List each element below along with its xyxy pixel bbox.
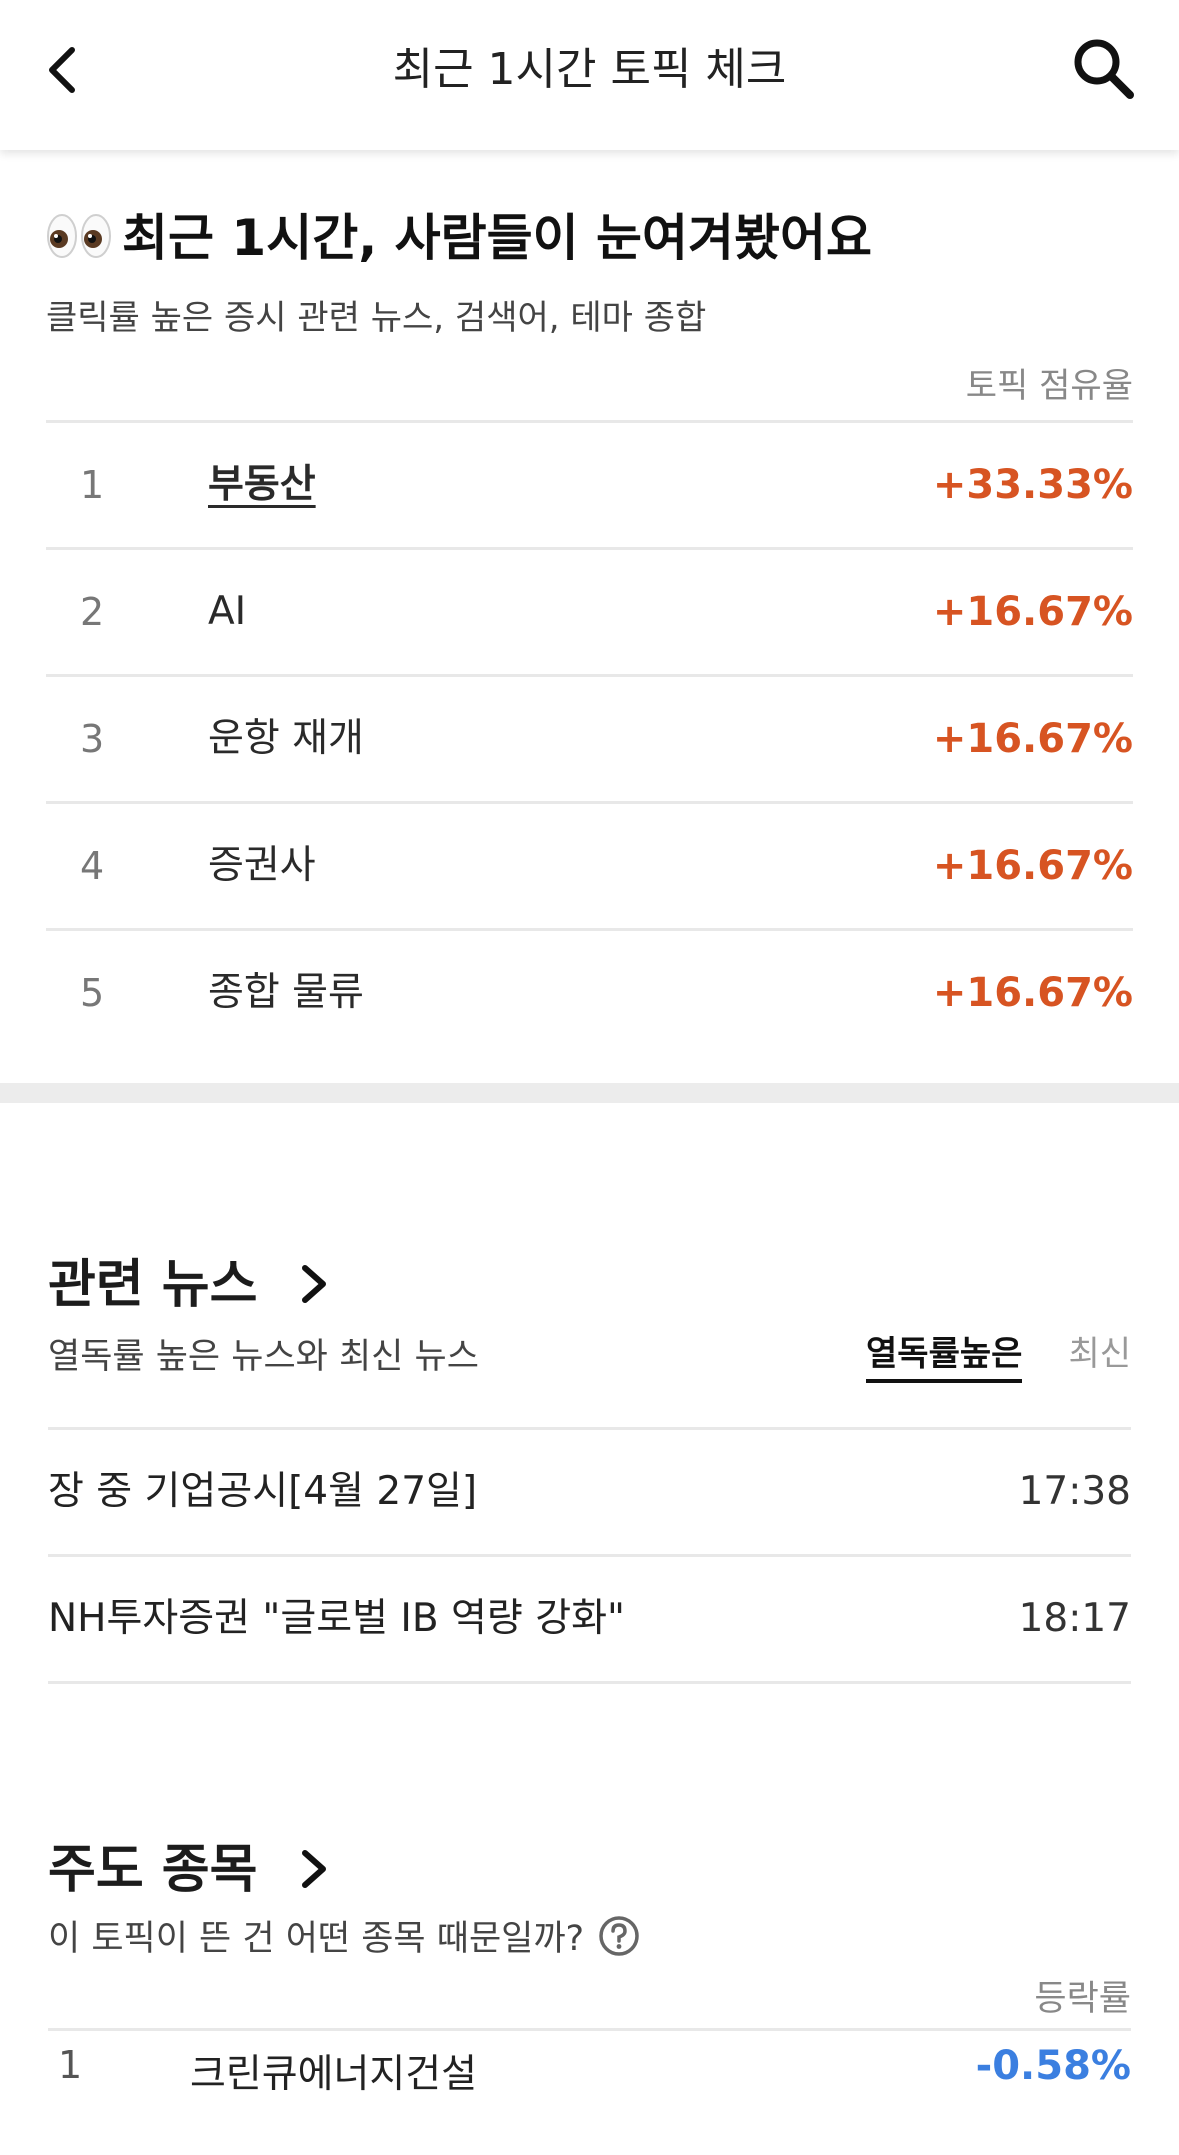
topic-share: +16.67% <box>932 970 1133 1016</box>
topic-rank: 2 <box>80 590 105 634</box>
topic-name: AI <box>208 589 247 634</box>
topic-rank-list: 1 부동산 +33.33% 2 AI +16.67% 3 운항 재개 +16.6… <box>46 420 1133 1055</box>
news-item[interactable]: NH투자증권 "글로벌 IB 역량 강화" 18:17 <box>48 1557 1131 1684</box>
hero-title: 최근 1시간, 사람들이 눈여겨봤어요 <box>122 209 873 267</box>
news-headline: 장 중 기업공시[4월 27일] <box>48 1469 478 1514</box>
stocks-subtitle-row: 이 토픽이 뜬 건 어떤 종목 때문일까? <box>48 1910 640 1961</box>
section-divider <box>0 1083 1179 1103</box>
news-headline: NH투자증권 "글로벌 IB 역량 강화" <box>48 1596 625 1641</box>
topic-row[interactable]: 2 AI +16.67% <box>46 550 1133 677</box>
topic-ranking-section: 최근 1시간, 사람들이 눈여겨봤어요 클릭률 높은 증시 관련 뉴스, 검색어… <box>0 150 1179 1080</box>
news-section-title[interactable]: 관련 뉴스 <box>48 1250 331 1320</box>
stocks-list: 1 크린큐에너지건설 -0.58% <box>48 2028 1131 2155</box>
stocks-subtitle: 이 토픽이 뜬 건 어떤 종목 때문일까? <box>48 1919 585 1959</box>
news-time: 18:17 <box>1018 1596 1131 1641</box>
topic-rank: 1 <box>80 463 105 507</box>
search-icon[interactable] <box>1070 35 1136 101</box>
topic-name: 증권사 <box>208 843 316 888</box>
stocks-title-text: 주도 종목 <box>48 1840 258 1900</box>
eyes-emoji-icon <box>47 213 111 258</box>
topic-share: +16.67% <box>932 589 1133 635</box>
topic-name: 운항 재개 <box>208 716 364 761</box>
topic-rank: 5 <box>80 971 105 1015</box>
topic-share: +33.33% <box>932 462 1133 508</box>
share-column-label: 토픽 점유율 <box>965 366 1133 406</box>
tab-most-read[interactable]: 열독률높은 <box>866 1326 1023 1383</box>
page-title: 최근 1시간 토픽 체크 <box>392 44 787 95</box>
topic-share: +16.67% <box>932 716 1133 762</box>
change-column-label: 등락률 <box>1034 1979 1131 2019</box>
topic-row[interactable]: 3 운항 재개 +16.67% <box>46 677 1133 804</box>
topic-row[interactable]: 4 증권사 +16.67% <box>46 804 1133 931</box>
chevron-right-icon[interactable] <box>297 1262 331 1306</box>
news-time: 17:38 <box>1018 1469 1131 1514</box>
topic-row[interactable]: 5 종합 물류 +16.67% <box>46 931 1133 1055</box>
top-app-bar: 최근 1시간 토픽 체크 <box>0 0 1179 150</box>
news-list: 장 중 기업공시[4월 27일] 17:38 NH투자증권 "글로벌 IB 역량… <box>48 1427 1131 1684</box>
tab-latest[interactable]: 최신 <box>1068 1326 1131 1375</box>
topic-name-link[interactable]: 부동산 <box>208 423 316 547</box>
news-subtitle: 열독률 높은 뉴스와 최신 뉴스 <box>48 1337 479 1377</box>
question-circle-icon[interactable] <box>598 1915 640 1957</box>
topic-rank: 4 <box>80 844 105 888</box>
topic-share: +16.67% <box>932 843 1133 889</box>
hero-title-row: 최근 1시간, 사람들이 눈여겨봤어요 <box>46 202 872 274</box>
topic-name: 종합 물류 <box>208 970 364 1015</box>
chevron-right-icon[interactable] <box>297 1847 331 1891</box>
topic-rank: 3 <box>80 717 105 761</box>
stock-change: -0.58% <box>975 2043 1131 2089</box>
stock-name: 크린큐에너지건설 <box>190 2052 478 2097</box>
news-title-text: 관련 뉴스 <box>48 1255 258 1315</box>
news-item[interactable]: 장 중 기업공시[4월 27일] 17:38 <box>48 1430 1131 1557</box>
stock-rank: 1 <box>58 2043 83 2087</box>
topic-row[interactable]: 1 부동산 +33.33% <box>46 423 1133 550</box>
stock-item[interactable]: 1 크린큐에너지건설 -0.58% <box>48 2031 1131 2155</box>
hero-subtitle: 클릭률 높은 증시 관련 뉴스, 검색어, 테마 종합 <box>46 298 707 338</box>
stocks-section-title[interactable]: 주도 종목 <box>48 1835 331 1905</box>
news-sort-tabs: 열독률높은 최신 <box>820 1326 1131 1383</box>
